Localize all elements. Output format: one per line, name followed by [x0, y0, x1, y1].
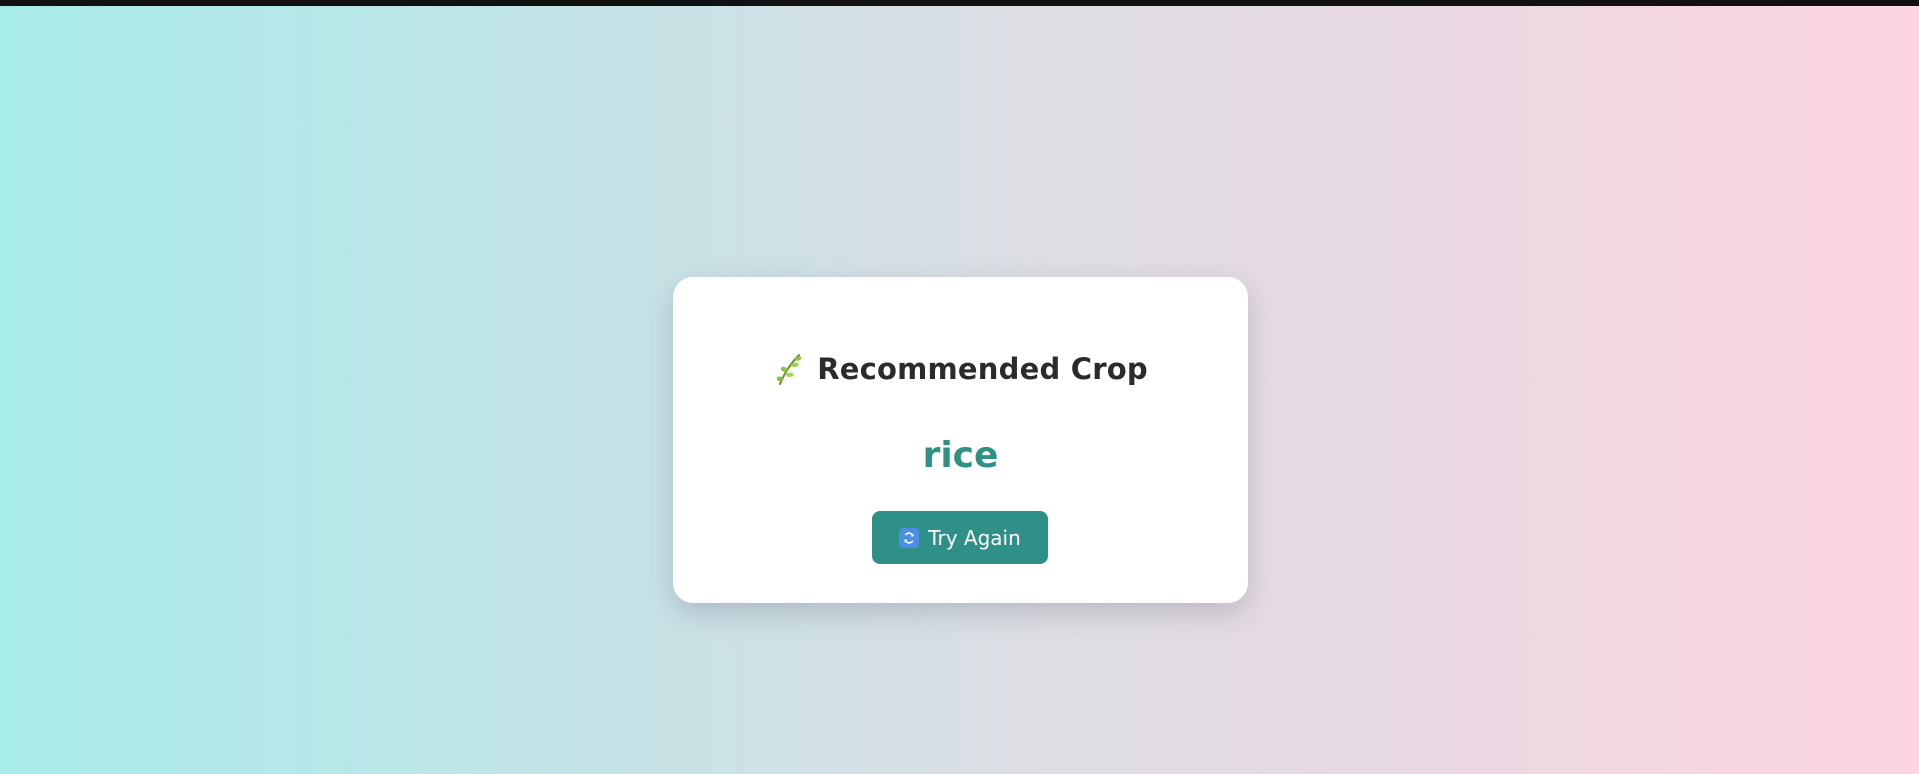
- recommended-crop-value: rice: [922, 435, 999, 476]
- result-heading: Recommended Crop: [673, 352, 1248, 386]
- refresh-icon: [899, 527, 920, 548]
- try-again-button[interactable]: Try Again: [872, 511, 1048, 564]
- top-bar: [0, 0, 1919, 6]
- try-again-label: Try Again: [928, 525, 1021, 550]
- result-card: Recommended Crop rice Try Again: [673, 277, 1248, 603]
- leaf-icon: [773, 352, 803, 386]
- heading-text: Recommended Crop: [817, 352, 1148, 386]
